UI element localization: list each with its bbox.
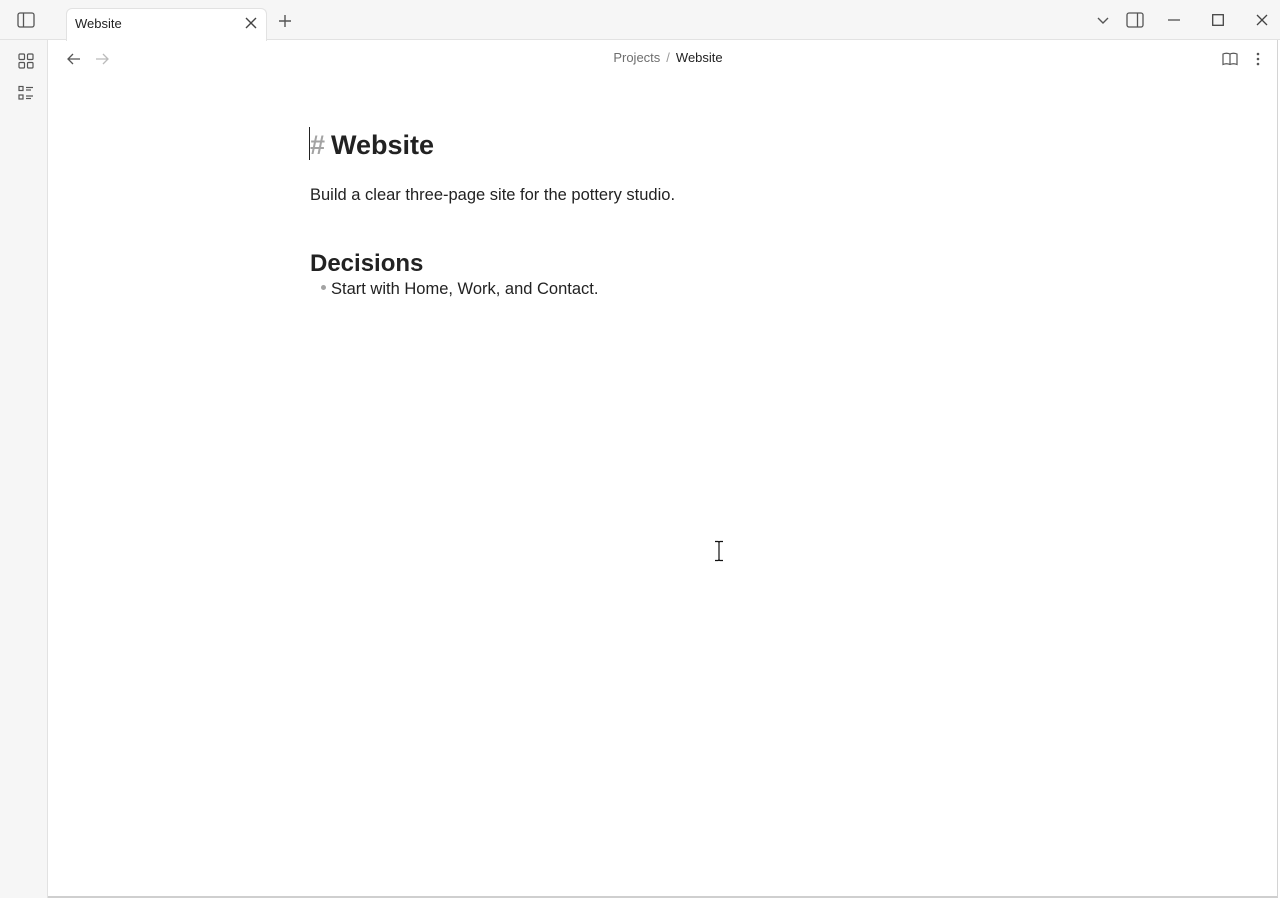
list-item-text: Start with Home, Work, and Contact. bbox=[331, 280, 599, 298]
section-heading[interactable]: Decisions bbox=[310, 250, 423, 278]
right-sidebar-toggle-icon[interactable] bbox=[1124, 9, 1146, 31]
app-window bbox=[0, 0, 1278, 898]
minimize-icon[interactable] bbox=[1164, 10, 1184, 30]
plus-icon[interactable] bbox=[275, 11, 295, 31]
note-title[interactable]: # Website bbox=[310, 127, 434, 163]
tab-label: Website bbox=[75, 16, 122, 31]
note-paragraph[interactable]: Build a clear three-page site for the po… bbox=[310, 186, 675, 205]
left-ribbon bbox=[0, 40, 48, 898]
sidebar-toggle-icon[interactable] bbox=[15, 9, 37, 31]
title-bar: Website bbox=[0, 0, 1280, 41]
close-window-icon[interactable] bbox=[1252, 10, 1272, 30]
more-vertical-icon[interactable] bbox=[1248, 49, 1268, 69]
heading-marker: # bbox=[310, 130, 326, 160]
chevron-down-icon[interactable] bbox=[1093, 11, 1113, 31]
bullet-icon bbox=[321, 285, 326, 291]
book-open-icon[interactable] bbox=[1220, 49, 1240, 69]
breadcrumb-separator: / bbox=[666, 50, 670, 65]
ibeam-cursor-icon bbox=[713, 540, 725, 567]
breadcrumb: Projects / Website bbox=[0, 50, 1280, 65]
tab-website[interactable]: Website bbox=[66, 8, 267, 41]
breadcrumb-current[interactable]: Website bbox=[676, 50, 723, 65]
list-icon[interactable] bbox=[15, 82, 37, 104]
maximize-icon[interactable] bbox=[1208, 10, 1228, 30]
breadcrumb-parent[interactable]: Projects bbox=[613, 50, 660, 65]
close-icon[interactable] bbox=[242, 14, 260, 32]
list-item[interactable]: Start with Home, Work, and Contact. bbox=[321, 280, 598, 299]
note-title-text: Website bbox=[331, 130, 435, 160]
